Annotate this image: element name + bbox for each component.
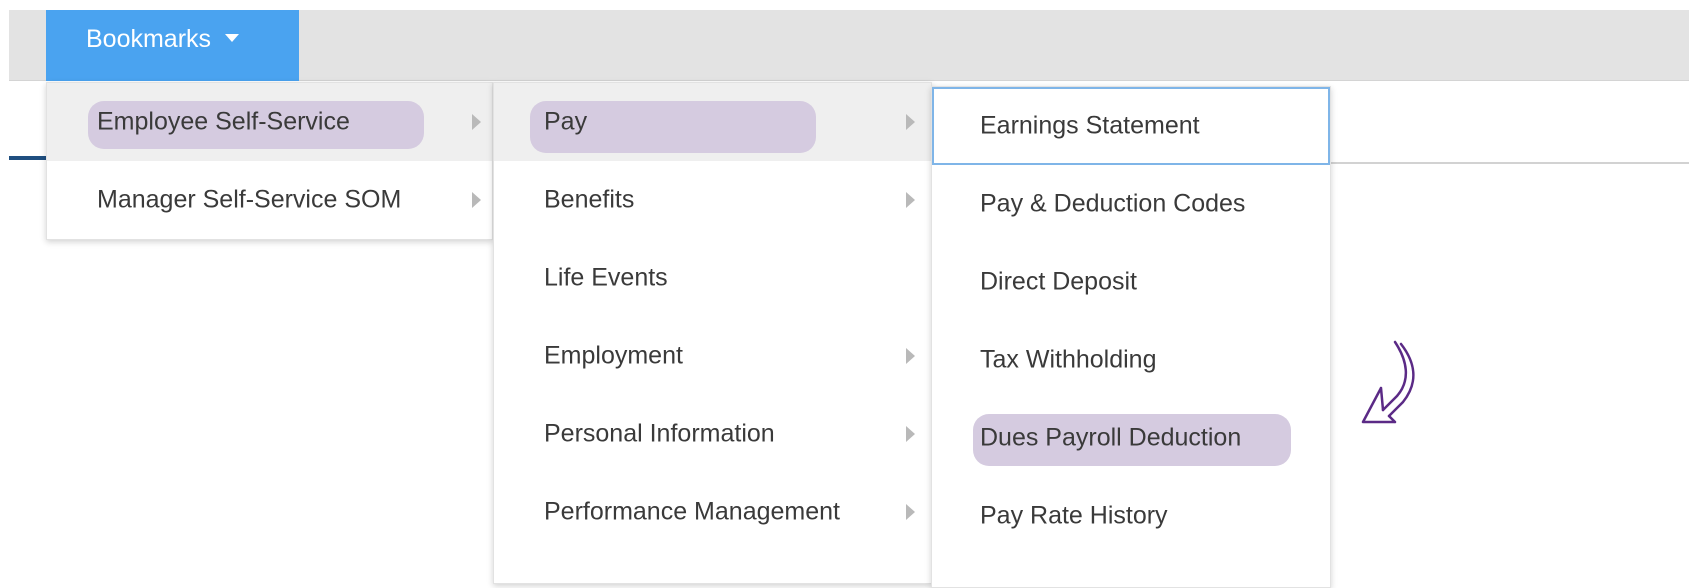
- menu-item-earnings-statement[interactable]: Earnings Statement: [932, 87, 1330, 165]
- menu-item-manager-self-service-som[interactable]: Manager Self-Service SOM: [47, 161, 492, 239]
- menu-item-label: Personal Information: [544, 419, 775, 448]
- curved-arrow-icon: [1361, 340, 1415, 424]
- chevron-right-icon: [472, 192, 481, 208]
- chevron-right-icon: [906, 192, 915, 208]
- menu-item-pay-rate-history[interactable]: Pay Rate History: [932, 477, 1330, 555]
- menu-item-label: Dues Payroll Deduction: [980, 423, 1242, 452]
- bookmarks-button[interactable]: Bookmarks: [46, 10, 299, 81]
- menu-item-label: Pay: [544, 107, 588, 136]
- caret-down-icon: [225, 34, 240, 43]
- menu-item-tax-withholding[interactable]: Tax Withholding: [932, 321, 1330, 399]
- chevron-right-icon: [906, 426, 915, 442]
- menu-item-label: Pay & Deduction Codes: [980, 189, 1246, 218]
- menu-item-life-events[interactable]: Life Events: [494, 239, 931, 317]
- chevron-right-icon: [472, 114, 481, 130]
- divider-line: [1329, 162, 1689, 164]
- employee-self-service-submenu: Pay Benefits Life Events Employment Pers…: [493, 82, 932, 584]
- chevron-right-icon: [906, 504, 915, 520]
- bookmarks-label: Bookmarks: [86, 25, 212, 53]
- chevron-right-icon: [906, 348, 915, 364]
- menu-item-personal-information[interactable]: Personal Information: [494, 395, 931, 473]
- pay-submenu: Earnings Statement Pay & Deduction Codes…: [931, 86, 1331, 588]
- menu-item-label: Life Events: [544, 263, 668, 292]
- menu-item-employment[interactable]: Employment: [494, 317, 931, 395]
- menu-item-performance-management[interactable]: Performance Management: [494, 473, 931, 551]
- menu-item-label: Employee Self-Service: [97, 107, 350, 136]
- menu-item-benefits[interactable]: Benefits: [494, 161, 931, 239]
- menu-item-label: Pay Rate History: [980, 501, 1168, 530]
- active-tab-underline: [9, 156, 46, 160]
- menu-item-label: Direct Deposit: [980, 267, 1137, 296]
- menu-item-label: Tax Withholding: [980, 345, 1157, 374]
- menu-item-label: Benefits: [544, 185, 635, 214]
- menu-item-direct-deposit[interactable]: Direct Deposit: [932, 243, 1330, 321]
- menu-item-label: Manager Self-Service SOM: [97, 185, 402, 214]
- menu-item-pay-deduction-codes[interactable]: Pay & Deduction Codes: [932, 165, 1330, 243]
- menu-item-employee-self-service[interactable]: Employee Self-Service: [47, 83, 492, 161]
- menu-item-label: Employment: [544, 341, 683, 370]
- bookmarks-menu: Employee Self-Service Manager Self-Servi…: [46, 82, 493, 240]
- menu-item-label: Earnings Statement: [980, 111, 1200, 140]
- menu-item-label: Performance Management: [544, 497, 840, 526]
- menu-item-dues-payroll-deduction[interactable]: Dues Payroll Deduction: [932, 399, 1330, 477]
- menu-item-pay[interactable]: Pay: [494, 83, 931, 161]
- chevron-right-icon: [906, 114, 915, 130]
